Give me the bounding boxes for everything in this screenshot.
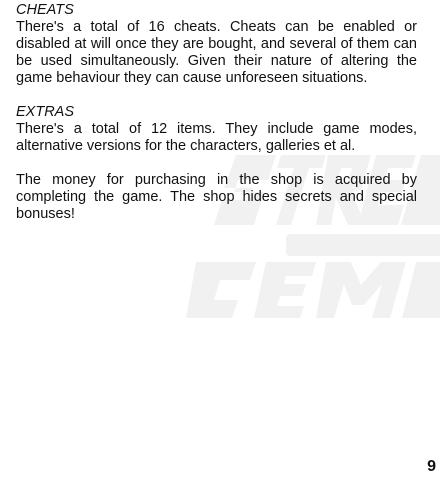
section-heading-cheats: CHEATS	[16, 2, 74, 18]
section-body-extras: There's a total of 12 items. They includ…	[16, 121, 417, 154]
closing-paragraph: The money for purchasing in the shop is …	[16, 172, 417, 222]
section-heading-extras: EXTRAS	[16, 104, 75, 120]
section-body-cheats: There's a total of 16 cheats. Cheats can…	[16, 19, 417, 86]
page-content: CHEATS There's a total of 16 cheats. Che…	[16, 2, 417, 240]
manual-page: CHEATS There's a total of 16 cheats. Che…	[0, 0, 440, 481]
shop-money-section: The money for purchasing in the shop is …	[16, 172, 417, 223]
extras-section: EXTRAS There's a total of 12 items. They…	[16, 104, 417, 155]
cheats-section: CHEATS There's a total of 16 cheats. Che…	[16, 2, 417, 87]
page-number: 9	[427, 458, 436, 475]
